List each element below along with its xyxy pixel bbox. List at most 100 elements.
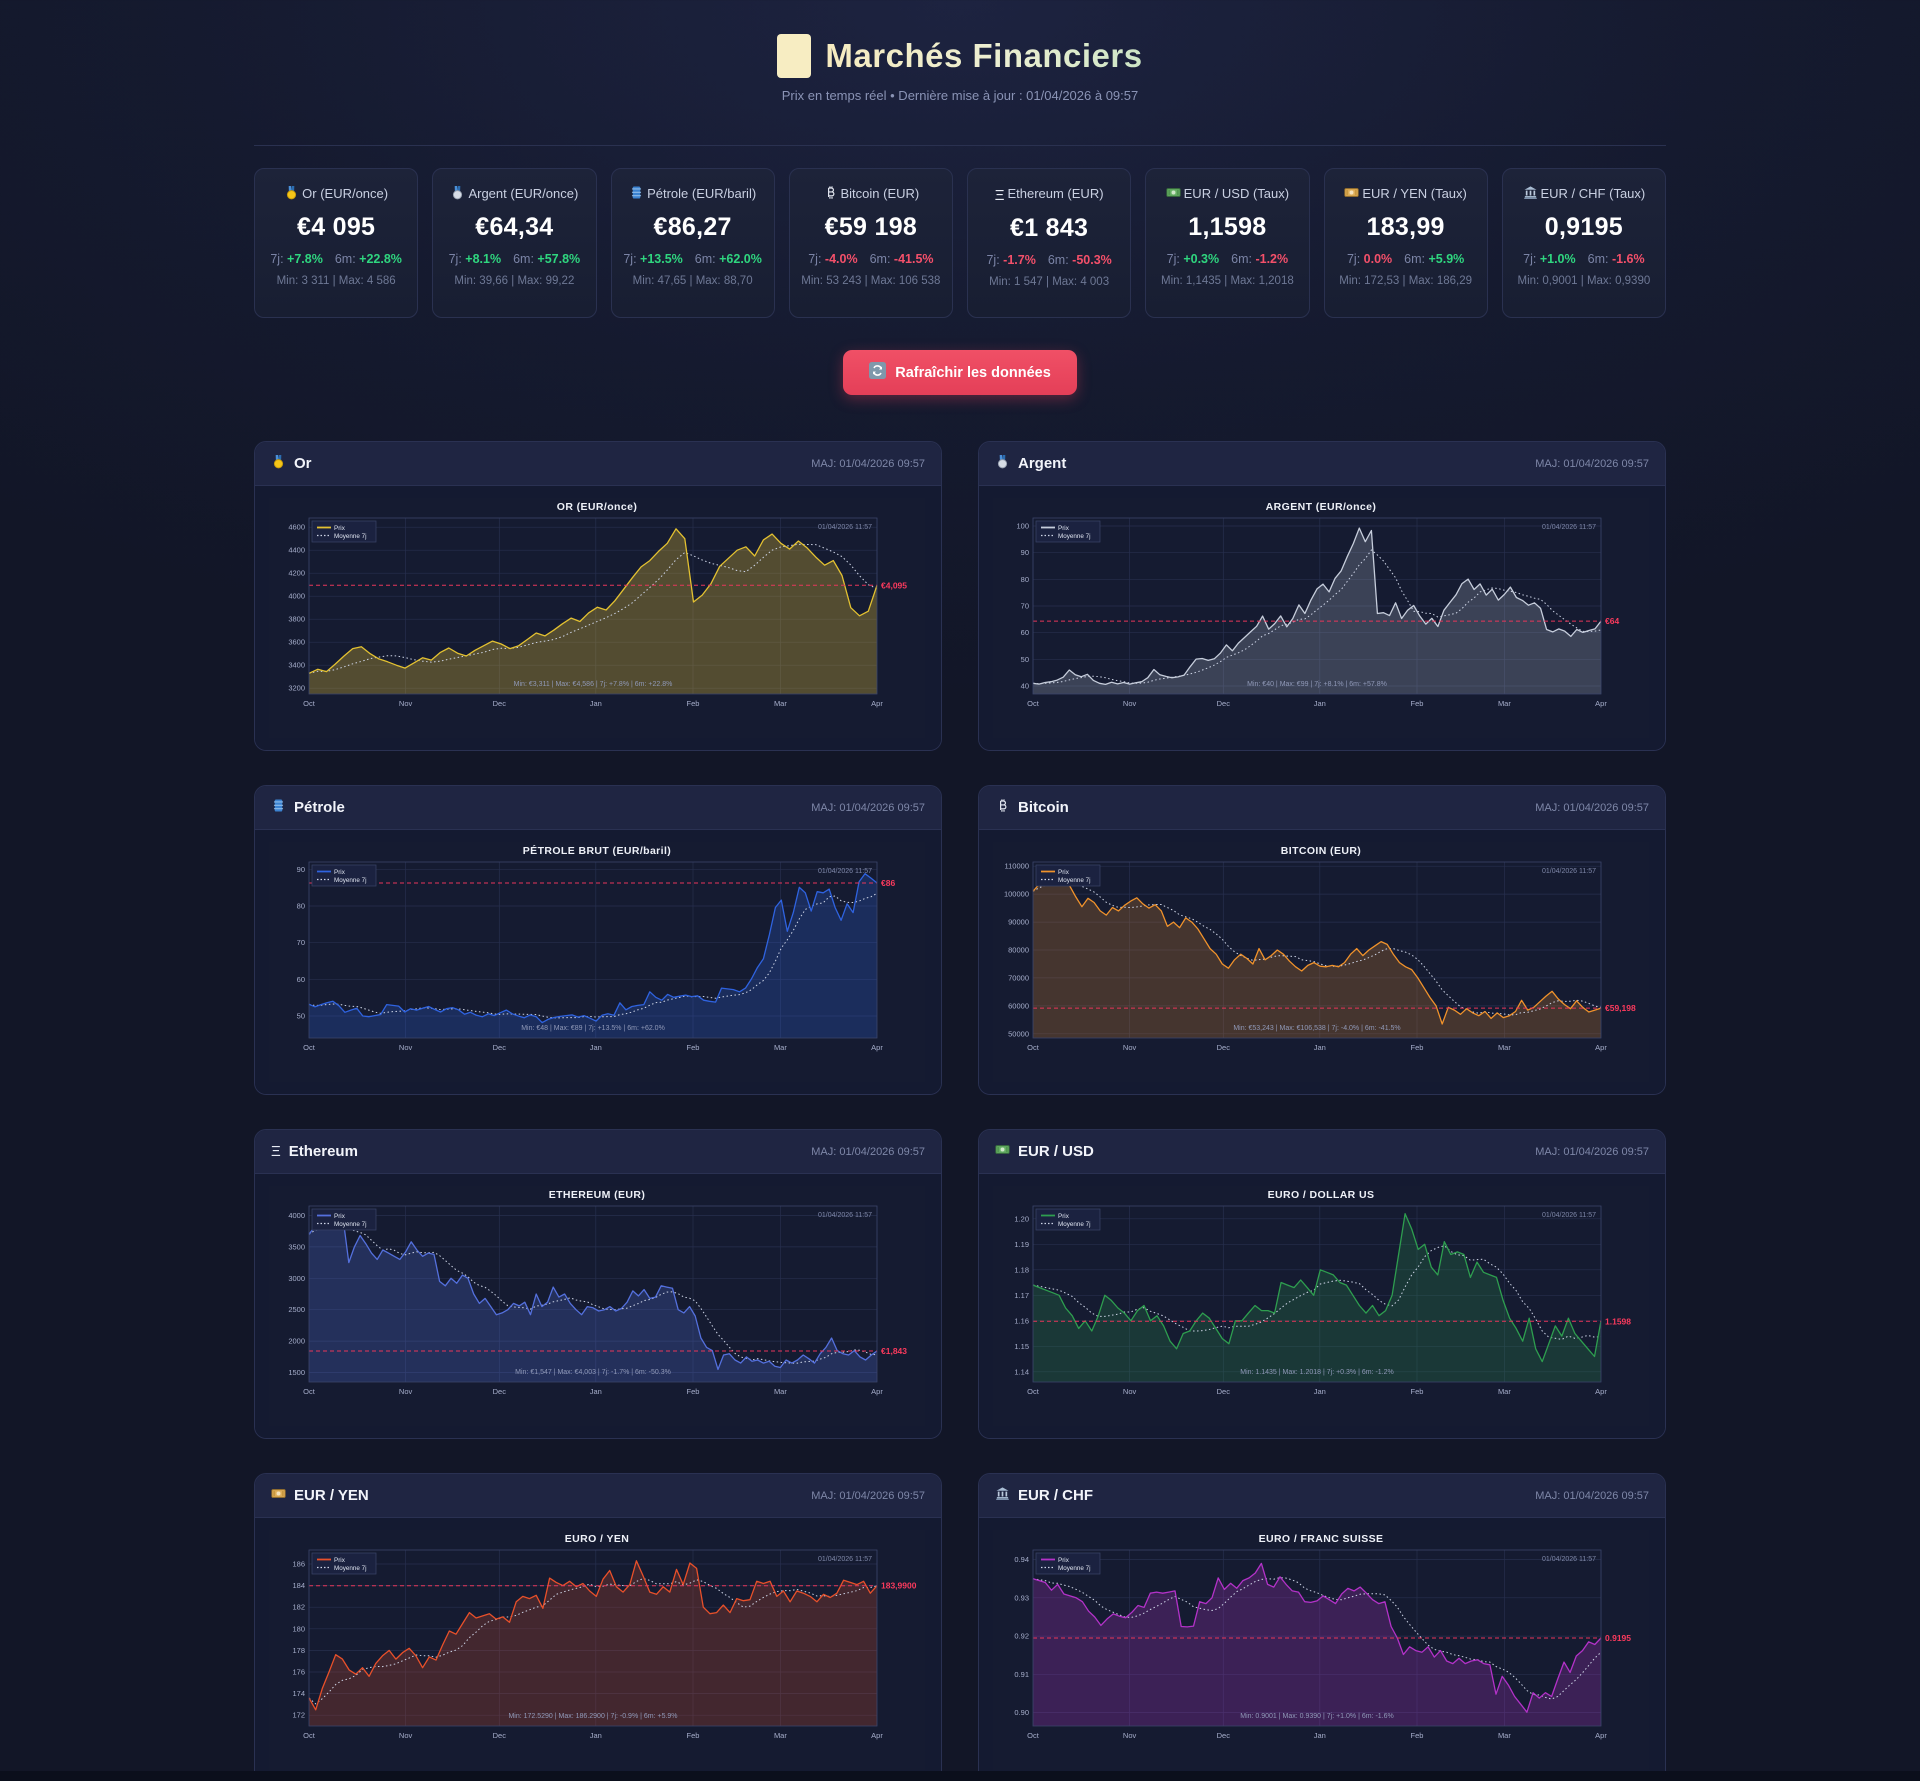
price-chart-bitcoin: BITCOIN (EUR) 50000 60000 70000 80000 90000 1…: [993, 842, 1649, 1082]
bitcoin-icon: [823, 185, 838, 205]
stat-card-minmax: Min: 3 311 | Max: 4 586: [276, 274, 396, 287]
svg-text:90000: 90000: [1008, 918, 1029, 927]
chart-timestamp: 01/04/2026 11:57: [818, 1212, 872, 1219]
chart-panel-bitcoin: Bitcoin MAJ: 01/04/2026 09:57 BITCOIN (E…: [978, 785, 1666, 1095]
svg-text:Moyenne 7j: Moyenne 7j: [334, 877, 367, 884]
svg-text:Dec: Dec: [493, 1731, 507, 1740]
chart-panel-title: Pétrole: [271, 798, 345, 817]
svg-text:Nov: Nov: [1123, 1731, 1137, 1740]
svg-text:Apr: Apr: [871, 1731, 883, 1740]
change-7d-value: +7.8%: [287, 251, 323, 266]
change-7d-label: 7j:: [270, 251, 284, 266]
svg-text:Moyenne 7j: Moyenne 7j: [1058, 1221, 1091, 1228]
svg-text:Mar: Mar: [1498, 1043, 1511, 1052]
chart-panel-title: Argent: [995, 454, 1066, 473]
svg-text:Moyenne 7j: Moyenne 7j: [334, 1565, 367, 1572]
change-7d-label: 7j:: [808, 251, 822, 266]
stat-card-changes: 7j: -4.0% 6m: -41.5%: [798, 252, 944, 266]
price-chart-eurchf: EURO / FRANC SUISSE 0.90 0.91 0.92 0.93 0.94…: [993, 1530, 1649, 1770]
svg-text:Dec: Dec: [1217, 1731, 1231, 1740]
chart-title: ARGENT (EUR/once): [1266, 501, 1377, 513]
charts-grid: Or MAJ: 01/04/2026 09:57 OR (EUR/once) 3…: [254, 441, 1666, 1781]
price-chart-euryen: EURO / YEN 172 174 176 178 180 182 184 186 Oct No…: [269, 1530, 925, 1770]
current-price-label: €1,843: [881, 1346, 907, 1356]
svg-text:Moyenne 7j: Moyenne 7j: [1058, 533, 1091, 540]
price-chart-ethereum: ETHEREUM (EUR) 1500 2000 2500 3000 3500 4000 O…: [269, 1186, 925, 1426]
change-7d-label: 7j:: [1166, 251, 1180, 266]
svg-text:Oct: Oct: [1027, 1387, 1040, 1396]
svg-text:0.93: 0.93: [1014, 1593, 1029, 1602]
stat-card-value: €64,34: [475, 212, 554, 241]
chart-title: EURO / DOLLAR US: [1268, 1189, 1375, 1201]
stat-card-changes: 7j: +7.8% 6m: +22.8%: [263, 252, 409, 266]
usd-banknote-icon: [995, 1142, 1010, 1161]
chart-title: PÉTROLE BRUT (EUR/baril): [523, 844, 671, 857]
chart-panel-header: Bitcoin MAJ: 01/04/2026 09:57: [979, 786, 1665, 830]
svg-text:1.17: 1.17: [1014, 1291, 1029, 1300]
svg-text:Moyenne 7j: Moyenne 7j: [1058, 877, 1091, 884]
chart-panel-euryen: EUR / YEN MAJ: 01/04/2026 09:57 EURO / Y…: [254, 1473, 942, 1781]
svg-text:Moyenne 7j: Moyenne 7j: [334, 1221, 367, 1228]
svg-text:Mar: Mar: [1498, 1731, 1511, 1740]
svg-text:Mar: Mar: [1498, 699, 1511, 708]
stat-card-changes: 7j: +0.3% 6m: -1.2%: [1154, 252, 1300, 266]
svg-text:186: 186: [292, 1560, 305, 1569]
stat-card-value: €86,27: [653, 212, 732, 241]
stat-card-title: EUR / USD (Taux): [1166, 185, 1289, 205]
change-6m-label: 6m:: [694, 251, 716, 266]
svg-text:Jan: Jan: [1314, 1387, 1326, 1396]
chart-panel-timestamp: MAJ: 01/04/2026 09:57: [811, 801, 925, 814]
svg-text:90: 90: [1021, 548, 1029, 557]
svg-text:40: 40: [1021, 682, 1029, 691]
change-6m-value: +62.0%: [719, 251, 762, 266]
svg-text:Moyenne 7j: Moyenne 7j: [334, 533, 367, 540]
stat-card: Ξ Ethereum (EUR) €1 843 7j: -1.7% 6m: -50…: [967, 168, 1132, 318]
change-6m-label: 6m:: [1587, 251, 1609, 266]
change-6m-label: 6m:: [334, 251, 356, 266]
bank-icon: [995, 1486, 1010, 1505]
chart-legend: Prix Moyenne 7j: [1035, 1208, 1101, 1231]
change-6m-value: -41.5%: [893, 251, 934, 266]
stat-card: Bitcoin (EUR) €59 198 7j: -4.0% 6m: -41.…: [788, 168, 953, 318]
svg-text:Jan: Jan: [590, 1387, 602, 1396]
ethereum-icon: Ξ: [994, 187, 1005, 204]
chart-panel-header: Ξ Ethereum MAJ: 01/04/2026 09:57: [255, 1130, 941, 1174]
svg-text:Apr: Apr: [871, 699, 883, 708]
chart-stats-line: Min: €1,547 | Max: €4,003 | 7j: -1.7% | …: [515, 1369, 671, 1376]
stat-card-minmax: Min: 1,1435 | Max: 1,2018: [1160, 274, 1294, 287]
svg-text:182: 182: [292, 1603, 305, 1612]
change-6m-label: 6m:: [1047, 253, 1069, 268]
stat-card-value: 183,99: [1366, 212, 1445, 241]
change-7d-value: +13.5%: [640, 251, 683, 266]
change-6m-label: 6m:: [513, 251, 534, 266]
chart-panel-timestamp: MAJ: 01/04/2026 09:57: [1535, 457, 1649, 470]
page-container: Marchés Financiers Prix en temps réel • …: [254, 0, 1666, 1781]
chart-panel-eurusd: EUR / USD MAJ: 01/04/2026 09:57 EURO / D…: [978, 1129, 1666, 1439]
svg-text:4000: 4000: [288, 592, 305, 601]
price-chart-petrole: PÉTROLE BRUT (EUR/baril) 50 60 70 80 90 Oct No…: [269, 842, 925, 1082]
svg-text:3400: 3400: [288, 661, 305, 670]
chart-panel-header: Pétrole MAJ: 01/04/2026 09:57: [255, 786, 941, 830]
change-7d-value: +8.1%: [465, 251, 502, 266]
stat-card: Argent (EUR/once) €64,34 7j: +8.1% 6m: +…: [432, 168, 597, 318]
svg-text:Feb: Feb: [687, 1731, 700, 1740]
svg-text:172: 172: [292, 1711, 305, 1720]
chart-title: EURO / YEN: [565, 1533, 630, 1545]
svg-text:Jan: Jan: [590, 1043, 602, 1052]
chart-legend: Prix Moyenne 7j: [1035, 520, 1101, 543]
chart-panel-body: EURO / YEN 172 174 176 178 180 182 184 186 Oct No…: [255, 1518, 941, 1781]
oil-drum-icon: [271, 798, 286, 817]
price-chart-eurusd: EURO / DOLLAR US 1.14 1.15 1.16 1.17 1.18 1.1…: [993, 1186, 1649, 1426]
svg-text:Oct: Oct: [303, 1043, 316, 1052]
svg-text:Oct: Oct: [303, 699, 316, 708]
last-update-subtitle: Prix en temps réel • Dernière mise à jou…: [781, 88, 1139, 103]
refresh-data-button[interactable]: Rafraîchir les données: [843, 350, 1077, 395]
stat-card: EUR / CHF (Taux) 0,9195 7j: +1.0% 6m: -1…: [1501, 168, 1666, 318]
change-7d-value: 0.0%: [1363, 251, 1393, 266]
svg-text:1.20: 1.20: [1014, 1214, 1029, 1223]
chart-panel-petrole: Pétrole MAJ: 01/04/2026 09:57 PÉTROLE BR…: [254, 785, 942, 1095]
chart-legend: Prix Moyenne 7j: [1035, 864, 1101, 887]
svg-text:4000: 4000: [288, 1211, 305, 1220]
bitcoin-icon: [995, 798, 1010, 817]
stat-card-title: Argent (EUR/once): [450, 185, 578, 205]
